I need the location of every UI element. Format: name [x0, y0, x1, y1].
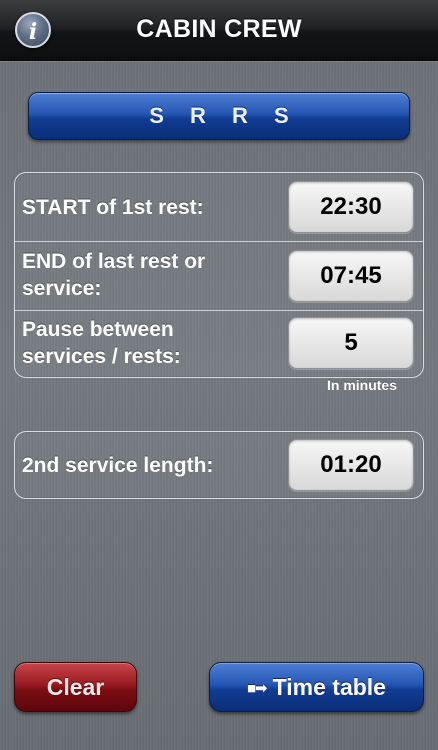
- second-service-field[interactable]: 01:20: [288, 439, 414, 491]
- end-last-rest-row: END of last rest or service: 07:45: [15, 242, 423, 310]
- clear-button-label: Clear: [46, 674, 105, 700]
- pause-label: Pause between services / rests:: [22, 316, 181, 370]
- mode-label: S R R S: [149, 103, 299, 128]
- end-last-rest-label: END of last rest or service:: [22, 248, 205, 302]
- end-last-rest-label-line2: service:: [22, 277, 102, 300]
- second-service-label: 2nd service length:: [22, 454, 214, 477]
- arrow-right-icon: ■➡: [247, 680, 268, 697]
- clear-button[interactable]: Clear: [14, 662, 137, 712]
- page-title: CABIN CREW: [136, 15, 302, 43]
- second-service-row: 2nd service length: 01:20: [15, 432, 423, 500]
- header-bar: i CABIN CREW: [0, 0, 438, 61]
- pause-row: Pause between services / rests: 5: [15, 311, 423, 379]
- time-table-button-label: Time table: [272, 674, 386, 700]
- pause-label-line2: services / rests:: [22, 345, 181, 368]
- start-first-rest-row: START of 1st rest: 22:30: [15, 173, 423, 241]
- start-first-rest-label-line1: START of 1st rest:: [22, 196, 204, 219]
- pause-label-line1: Pause between: [22, 318, 174, 341]
- end-last-rest-field[interactable]: 07:45: [288, 250, 414, 302]
- end-last-rest-label-line1: END of last rest or: [22, 250, 206, 273]
- rest-times-group: START of 1st rest: 22:30 END of last res…: [14, 172, 424, 378]
- time-table-button[interactable]: ■➡ Time table: [209, 662, 424, 712]
- service-length-group: 2nd service length: 01:20: [14, 431, 424, 499]
- start-first-rest-label: START of 1st rest:: [22, 194, 204, 221]
- minutes-hint: In minutes: [326, 377, 397, 393]
- start-first-rest-field[interactable]: 22:30: [288, 181, 414, 233]
- pause-field[interactable]: 5: [288, 317, 414, 369]
- mode-selector-button[interactable]: S R R S: [28, 92, 410, 140]
